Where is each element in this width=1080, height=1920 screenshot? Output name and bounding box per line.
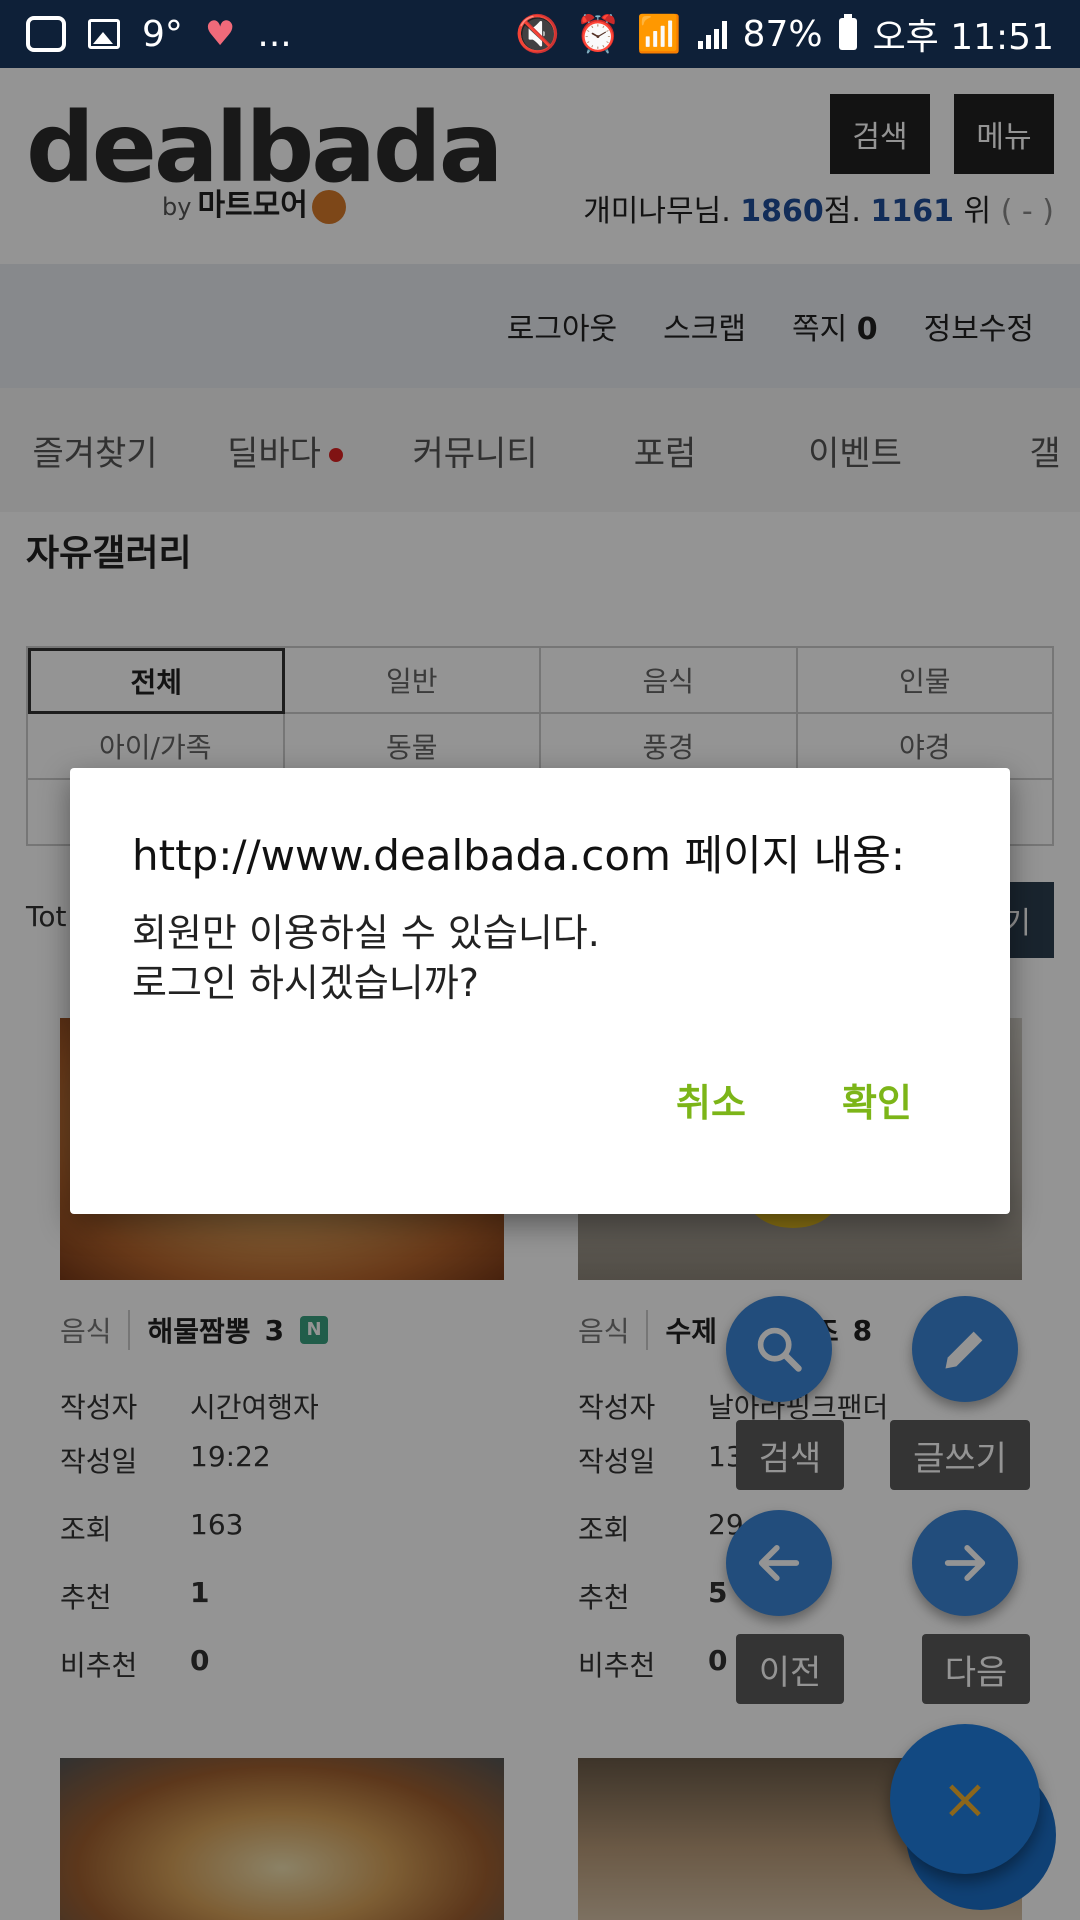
wifi-icon: 📶 xyxy=(636,14,682,55)
dialog-cancel-button[interactable]: 취소 xyxy=(676,1072,746,1127)
dialog-title: http://www.dealbada.com 페이지 내용: xyxy=(132,831,906,880)
clock: 오후 11:51 xyxy=(872,17,1054,58)
battery-icon xyxy=(838,14,857,50)
battery-percent: 87% xyxy=(742,13,823,55)
dialog-message-line1: 회원만 이용하실 수 있습니다. xyxy=(132,911,600,955)
dialog-message-line2: 로그인 하시겠습니까? xyxy=(132,961,479,1005)
signal-icon xyxy=(697,19,727,49)
dialog-ok-button[interactable]: 확인 xyxy=(842,1072,912,1127)
weather-temperature: 9° xyxy=(142,13,183,55)
status-bar: 9° ♥ ... 🔇 ⏰ 📶 87% 오후 11:51 xyxy=(0,0,1080,68)
heart-icon: ♥ xyxy=(204,14,236,54)
alarm-icon: ⏰ xyxy=(575,14,621,55)
image-notification-icon xyxy=(88,19,120,49)
app-notification-icon xyxy=(26,16,66,52)
dialog-message: 회원만 이용하실 수 있습니다. 로그인 하시겠습니까? xyxy=(132,908,600,1008)
mute-icon: 🔇 xyxy=(515,14,560,55)
alert-dialog: http://www.dealbada.com 페이지 내용: 회원만 이용하실… xyxy=(70,768,1010,1214)
more-notifications: ... xyxy=(257,13,292,55)
